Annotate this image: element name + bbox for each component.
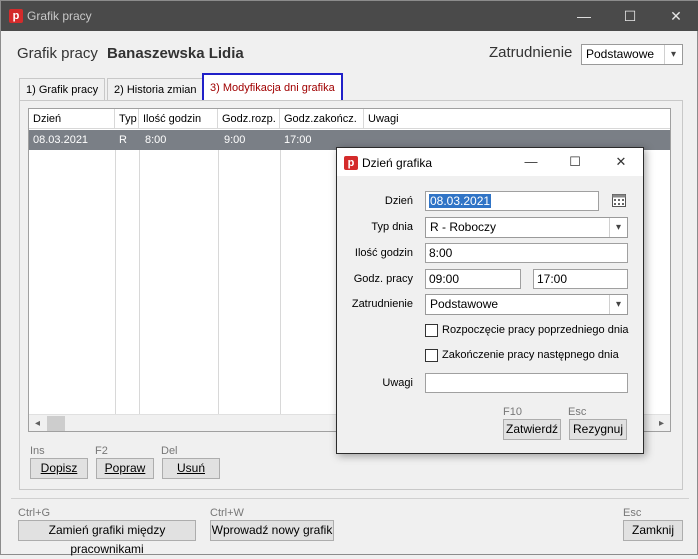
cell-godz-rozp: 9:00 [224,134,246,146]
divider [11,498,689,499]
zatwierdz-button[interactable]: Zatwierdź [503,419,561,440]
godz-od-input[interactable]: 09:00 [425,269,521,289]
tab-grafik-pracy[interactable]: 1) Grafik pracy [19,78,106,100]
hint-ins: Ins [30,445,45,457]
employment-select[interactable]: Podstawowe ▾ [581,44,683,65]
scroll-left-icon[interactable]: ◂ [29,415,46,432]
typ-dnia-label: Typ dnia [371,221,413,233]
typ-dnia-value: R - Roboczy [430,220,497,234]
zatrudnienie-value: Podstawowe [430,297,499,311]
col-header-godz-rozp[interactable]: Godz.rozp. [218,109,280,129]
zatrudnienie-label: Zatrudnienie [351,298,413,310]
tab-modyfikacja-dni[interactable]: 3) Modyfikacja dni grafika [202,73,343,103]
scroll-right-icon[interactable]: ▸ [653,415,670,432]
col-header-godz-zakoncz[interactable]: Godz.zakończ. [280,109,364,129]
dialog-title-bar: p Dzień grafika — ☐ ✕ [337,148,643,176]
scroll-thumb[interactable] [47,416,65,431]
calendar-icon[interactable] [611,192,627,208]
dzien-input[interactable]: 08.03.2021 [425,191,599,211]
zatrudnienie-select[interactable]: Podstawowe ▾ [425,294,628,315]
col-header-dzien[interactable]: Dzień [29,109,115,129]
dialog-close-button[interactable]: ✕ [599,148,643,176]
col-header-typ[interactable]: Typ [115,109,139,129]
dopisz-button[interactable]: Dopisz [30,458,88,479]
title-bar: p Grafik pracy — ☐ ✕ [1,1,698,31]
cell-typ: R [119,134,127,146]
employment-label: Zatrudnienie [489,44,573,61]
maximize-button[interactable]: ☐ [607,1,653,31]
usun-button[interactable]: Usuń [162,458,220,479]
wprowadz-grafik-button[interactable]: Wprowadź nowy grafik [210,520,334,541]
employee-name: Banaszewska Lidia [107,45,244,62]
window-title: Grafik pracy [27,9,92,23]
dialog-maximize-button[interactable]: ☐ [553,148,597,176]
tab-historia-zmian[interactable]: 2) Historia zmian [107,78,204,100]
zamknij-button[interactable]: Zamknij [623,520,683,541]
dialog-minimize-button[interactable]: — [509,148,553,176]
ilosc-godzin-label: Ilość godzin [354,247,413,259]
zakonczenie-label[interactable]: Zakończenie pracy następnego dnia [442,349,619,361]
hint-del: Del [161,445,178,457]
employment-select-value: Podstawowe [586,47,655,61]
cell-dzien: 08.03.2021 [33,134,89,146]
cell-ilosc: 8:00 [145,134,167,146]
col-header-ilosc[interactable]: Ilość godzin [139,109,218,129]
col-header-uwagi[interactable]: Uwagi [364,109,670,129]
hint-esc-dialog: Esc [568,406,587,418]
grid-column-line [218,150,219,414]
chevron-down-icon: ▾ [609,218,627,237]
godz-pracy-label: Godz. pracy [353,273,413,285]
uwagi-input[interactable] [425,373,628,393]
hint-esc: Esc [623,507,642,519]
uwagi-label: Uwagi [382,377,413,389]
calendar-icon-svg [612,194,626,207]
rozpoczecie-label[interactable]: Rozpoczęcie pracy poprzedniego dnia [442,324,629,336]
page-title: Grafik pracy [17,45,98,62]
dzien-grafika-dialog: p Dzień grafika — ☐ ✕ Dzień 08.03.2021 T… [336,147,644,454]
popraw-button[interactable]: Popraw [96,458,154,479]
hint-ctrl-w: Ctrl+W [210,507,244,519]
zamien-grafiki-button[interactable]: Zamień grafiki między pracownikami [18,520,196,556]
zakonczenie-checkbox[interactable] [425,349,438,362]
dopisz-label: Dopisz [40,461,78,475]
hint-f2: F2 [95,445,108,457]
hint-ctrl-g: Ctrl+G [18,507,51,519]
rozpoczecie-checkbox[interactable] [425,324,438,337]
grid-column-line [139,150,140,414]
close-button[interactable]: ✕ [653,1,698,31]
chevron-down-icon: ▾ [609,295,627,314]
rezygnuj-button[interactable]: Rezygnuj [569,419,627,440]
typ-dnia-select[interactable]: R - Roboczy ▾ [425,217,628,238]
dialog-title: Dzień grafika [362,156,433,170]
dzien-value: 08.03.2021 [429,194,492,208]
grid-column-line [115,150,116,414]
minimize-button[interactable]: — [561,1,607,31]
app-logo-icon: p [9,9,23,23]
dialog-app-logo-icon: p [344,156,358,170]
godz-do-input[interactable]: 17:00 [533,269,628,289]
hint-f10: F10 [503,406,522,418]
grid-header: Dzień Typ Ilość godzin Godz.rozp. Godz.z… [29,109,670,129]
chevron-down-icon: ▾ [664,45,682,64]
dzien-label: Dzień [384,195,413,207]
usun-label: Usuń [176,461,205,475]
grid-column-line [280,150,281,414]
popraw-label: Popraw [104,461,146,475]
ilosc-godzin-input[interactable]: 8:00 [425,243,628,263]
